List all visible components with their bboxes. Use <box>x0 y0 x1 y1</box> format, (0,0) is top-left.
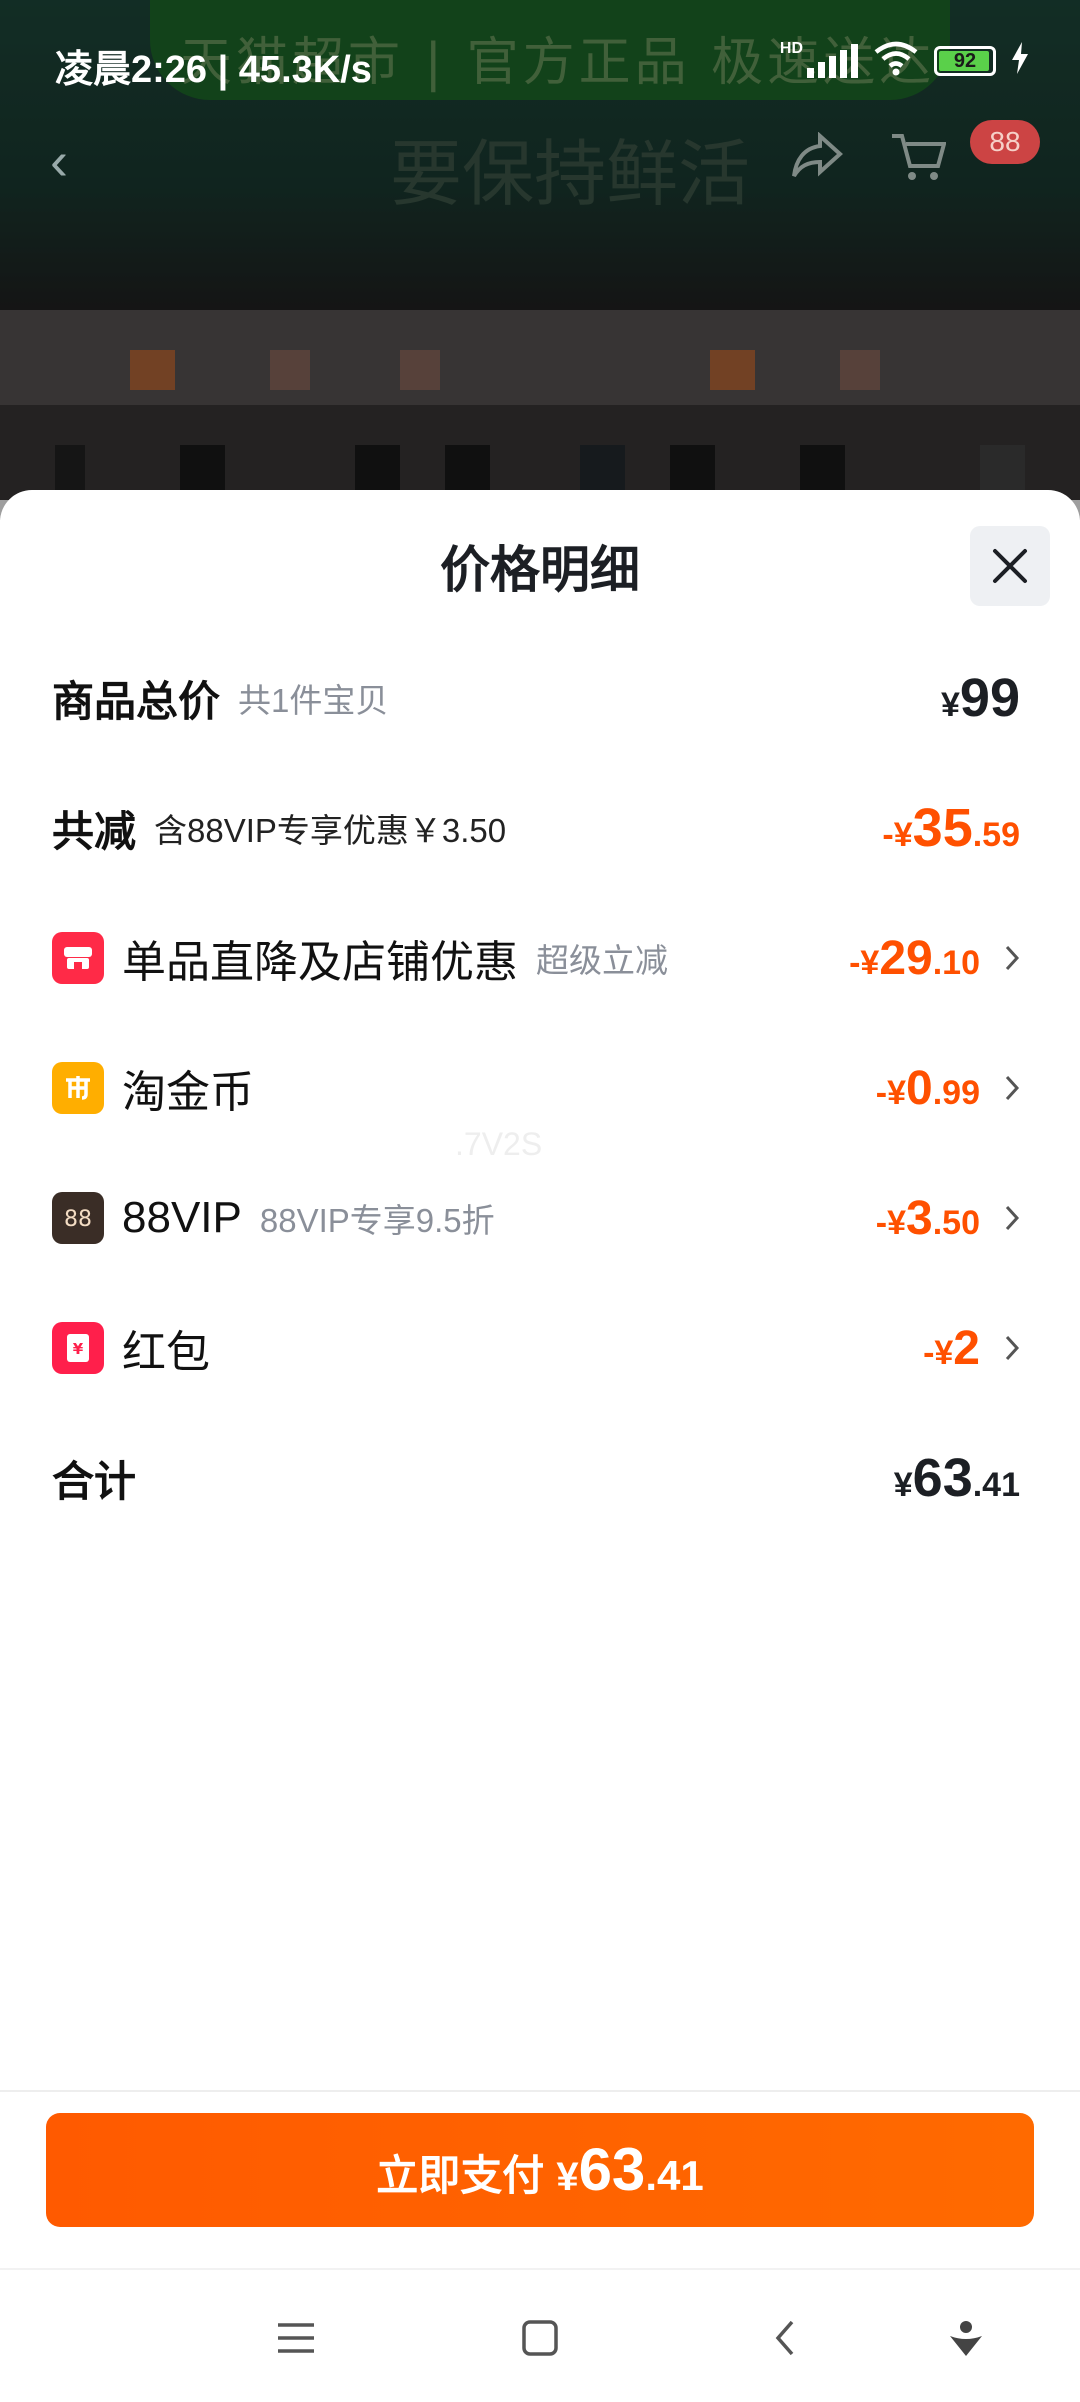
shop-icon <box>52 932 104 984</box>
discount-item-coin[interactable]: 淘金币 -¥ 0 .99 <box>52 1048 1020 1128</box>
status-bar: 凌晨2:26 | 45.3K/s HD 92 <box>0 0 1080 120</box>
discount-total-amount: -¥ 35 .59 <box>882 798 1020 858</box>
vip-88-icon: 88 <box>52 1192 104 1244</box>
cart-count-badge: 88 <box>970 120 1040 164</box>
discount-item-amount: -¥ 2 <box>923 1321 980 1375</box>
chevron-right-icon <box>980 1334 1020 1362</box>
discount-item-shop[interactable]: 单品直降及店铺优惠 超级立减 -¥ 29 .10 <box>52 918 1020 998</box>
system-navigation-bar <box>0 2268 1080 2402</box>
chevron-right-icon <box>980 1074 1020 1102</box>
discount-item-sub: 88VIP专享9.5折 <box>259 1202 495 1239</box>
svg-text:¥: ¥ <box>73 1340 84 1358</box>
watermark: .7V2S <box>455 1126 543 1162</box>
pay-now-label: 立即支付 <box>376 2152 545 2199</box>
sheet-title: 价格明细 <box>440 542 640 598</box>
wifi-icon <box>872 40 920 81</box>
cart-icon <box>890 130 947 189</box>
discount-note: 含88VIP专享优惠￥3.50 <box>154 812 507 849</box>
battery-icon: 92 <box>934 45 996 76</box>
status-time-speed: 凌晨2:26 | 45.3K/s <box>55 49 372 91</box>
discount-item-label: 淘金币 <box>122 1068 254 1117</box>
goods-total-row: 商品总价 共1件宝贝 ¥ 99 <box>52 658 1020 738</box>
discount-item-red-packet[interactable]: ¥ 红包 -¥ 2 <box>52 1308 1020 1388</box>
share-icon <box>790 131 844 185</box>
discount-total-row: 共减 含88VIP专享优惠￥3.50 -¥ 35 .59 <box>52 788 1020 868</box>
discount-item-label: 单品直降及店铺优惠 <box>122 938 518 987</box>
discount-item-amount: -¥ 29 .10 <box>849 931 980 985</box>
bottom-divider <box>0 2090 1080 2092</box>
back-nav-icon[interactable] <box>755 2308 815 2368</box>
hd-badge: HD <box>779 40 803 57</box>
gold-coin-icon <box>52 1062 104 1114</box>
goods-total-label: 商品总价 <box>52 677 221 725</box>
discount-item-amount: -¥ 3 .50 <box>875 1191 980 1245</box>
signal-icon <box>807 43 858 78</box>
background-nav: ‹ 88 <box>0 120 1080 200</box>
assistant-icon[interactable] <box>936 2308 996 2368</box>
discount-item-88vip[interactable]: 88 88VIP 88VIP专享9.5折 -¥ 3 .50 <box>52 1178 1020 1258</box>
discount-item-sub: 超级立减 <box>536 942 668 979</box>
menu-icon[interactable] <box>266 2308 326 2368</box>
sum-row: 合计 ¥ 63 .41 <box>52 1438 1020 1518</box>
red-packet-icon: ¥ <box>52 1322 104 1374</box>
close-button[interactable] <box>970 526 1050 606</box>
discount-item-label: 红包 <box>122 1328 210 1377</box>
back-icon: ‹ <box>50 131 68 191</box>
home-icon[interactable] <box>510 2308 570 2368</box>
battery-level: 92 <box>953 49 977 72</box>
goods-total-amount: ¥ 99 <box>941 668 1020 728</box>
goods-count: 共1件宝贝 <box>238 682 389 719</box>
chevron-right-icon <box>980 1204 1020 1232</box>
discount-item-amount: -¥ 0 .99 <box>875 1061 980 1115</box>
svg-text:88: 88 <box>64 1207 92 1232</box>
status-icons: HD 92 <box>780 40 1030 81</box>
charging-icon <box>1010 42 1030 79</box>
sum-label: 合计 <box>52 1457 137 1505</box>
close-icon <box>993 549 1027 583</box>
chevron-right-icon <box>980 944 1020 972</box>
sum-amount: ¥ 63 .41 <box>893 1448 1020 1508</box>
discount-total-label: 共减 <box>52 807 137 855</box>
discount-item-label: 88VIP <box>122 1193 242 1242</box>
pay-now-button[interactable]: 立即支付 ¥ 63 .41 <box>46 2113 1034 2227</box>
